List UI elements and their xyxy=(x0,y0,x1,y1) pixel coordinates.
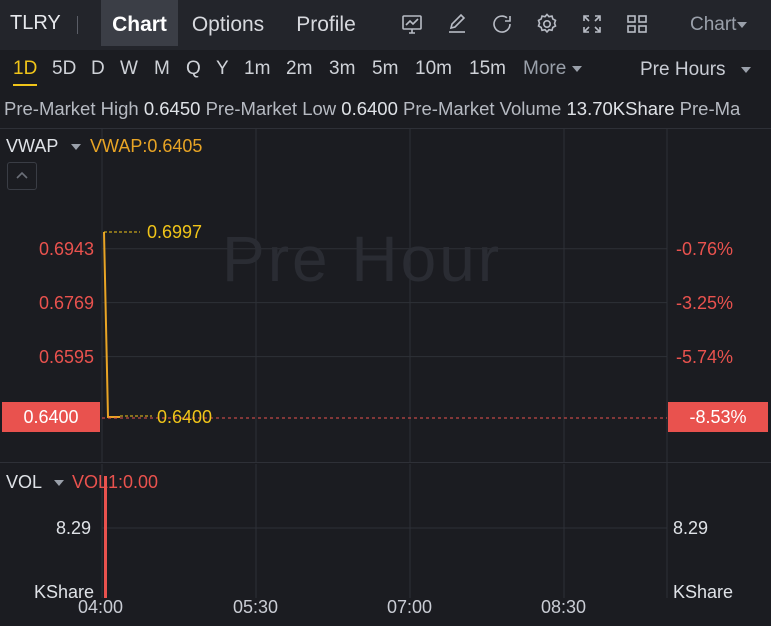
volume-indicator-name: VOL xyxy=(6,472,42,492)
price-tick-label: 0.6769 xyxy=(38,293,94,313)
percent-tick-label: -5.74% xyxy=(676,347,734,367)
interval-1d[interactable]: 1D xyxy=(13,58,37,80)
interval-5m[interactable]: 5m xyxy=(372,58,398,80)
price-tick-label: 0.6943 xyxy=(38,239,94,259)
time-tick-label: 04:00 xyxy=(78,597,124,617)
interval-d[interactable]: D xyxy=(91,58,105,80)
interval-10m[interactable]: 10m xyxy=(415,58,452,80)
session-dropdown[interactable]: Pre Hours xyxy=(640,59,752,81)
session-watermark: Pre Hour xyxy=(222,223,503,295)
stat-label: Pre-Ma xyxy=(679,98,741,119)
time-tick-label: 05:30 xyxy=(233,597,279,617)
percent-tick-label: -0.76% xyxy=(676,239,734,259)
chevron-down-icon xyxy=(54,480,65,487)
interval-2m[interactable]: 2m xyxy=(286,58,312,80)
refresh-icon[interactable] xyxy=(490,12,514,36)
volume-tick-label: 8.29 xyxy=(56,518,92,538)
draw-pen-icon[interactable] xyxy=(445,12,469,36)
stat-label: Pre-Market High xyxy=(4,98,139,119)
stat-value: 13.70KShare xyxy=(566,98,675,119)
interval-y[interactable]: Y xyxy=(216,58,229,80)
interval-1m[interactable]: 1m xyxy=(244,58,270,80)
chevron-up-icon xyxy=(16,171,28,179)
stat-value: 0.6400 xyxy=(341,98,398,119)
stat-label: Pre-Market Low xyxy=(205,98,337,119)
volume-unit-label: KShare xyxy=(673,582,734,602)
last-price-tag: 0.6400 xyxy=(2,402,100,432)
premarket-stats: Pre-Market High 0.6450 Pre-Market Low 0.… xyxy=(0,92,771,126)
ticker-symbol: TLRY xyxy=(10,12,61,34)
stat-label: Pre-Market Volume xyxy=(403,98,562,119)
price-chart-canvas[interactable] xyxy=(0,128,771,626)
chart-type-icon[interactable] xyxy=(400,12,424,36)
settings-gear-icon[interactable] xyxy=(535,12,559,36)
interval-m[interactable]: M xyxy=(154,58,170,80)
vwap-line xyxy=(103,231,120,418)
fullscreen-icon[interactable] xyxy=(580,12,604,36)
grid-layout-icon[interactable] xyxy=(625,12,649,36)
percent-tick-label: -3.25% xyxy=(676,293,734,313)
chevron-down-icon xyxy=(571,65,582,72)
chart-menu-label: Chart xyxy=(690,14,737,35)
tab-profile[interactable]: Profile xyxy=(285,0,367,46)
chart-menu-dropdown[interactable]: Chart xyxy=(690,14,748,36)
low-marker-label: 0.6400 xyxy=(157,407,213,427)
volume-tick-label: 8.29 xyxy=(673,518,709,538)
session-label: Pre Hours xyxy=(640,59,726,80)
collapse-button[interactable] xyxy=(7,162,37,190)
divider xyxy=(0,462,771,463)
interval-more-dropdown[interactable]: More xyxy=(523,58,582,80)
chevron-down-icon xyxy=(71,144,82,151)
interval-5d[interactable]: 5D xyxy=(52,58,76,80)
chart-grid xyxy=(101,128,668,598)
last-change-tag: -8.53% xyxy=(668,402,768,432)
high-marker-label: 0.6997 xyxy=(147,222,203,242)
stat-value: 0.6450 xyxy=(143,98,201,119)
chevron-down-icon xyxy=(737,21,748,28)
tab-options[interactable]: Options xyxy=(183,0,273,46)
vwap-value: VWAP:0.6405 xyxy=(90,136,203,156)
interval-15m[interactable]: 15m xyxy=(469,58,506,80)
indicator-name: VWAP xyxy=(6,136,59,156)
more-label: More xyxy=(523,58,567,79)
volume-bar xyxy=(104,476,107,598)
chevron-down-icon xyxy=(741,66,752,73)
time-tick-label: 07:00 xyxy=(387,597,433,617)
interval-w[interactable]: W xyxy=(120,58,138,80)
tab-chart[interactable]: Chart xyxy=(101,0,178,46)
active-interval-indicator xyxy=(13,84,37,86)
price-tick-label: 0.6595 xyxy=(38,347,94,367)
time-tick-label: 08:30 xyxy=(541,597,587,617)
interval-q[interactable]: Q xyxy=(186,58,201,80)
volume-value: VOL1:0.00 xyxy=(72,472,159,492)
indicator-selector[interactable]: VWAP xyxy=(6,136,82,157)
header-divider xyxy=(77,16,78,34)
interval-3m[interactable]: 3m xyxy=(329,58,355,80)
volume-indicator-selector[interactable]: VOL xyxy=(6,472,65,493)
